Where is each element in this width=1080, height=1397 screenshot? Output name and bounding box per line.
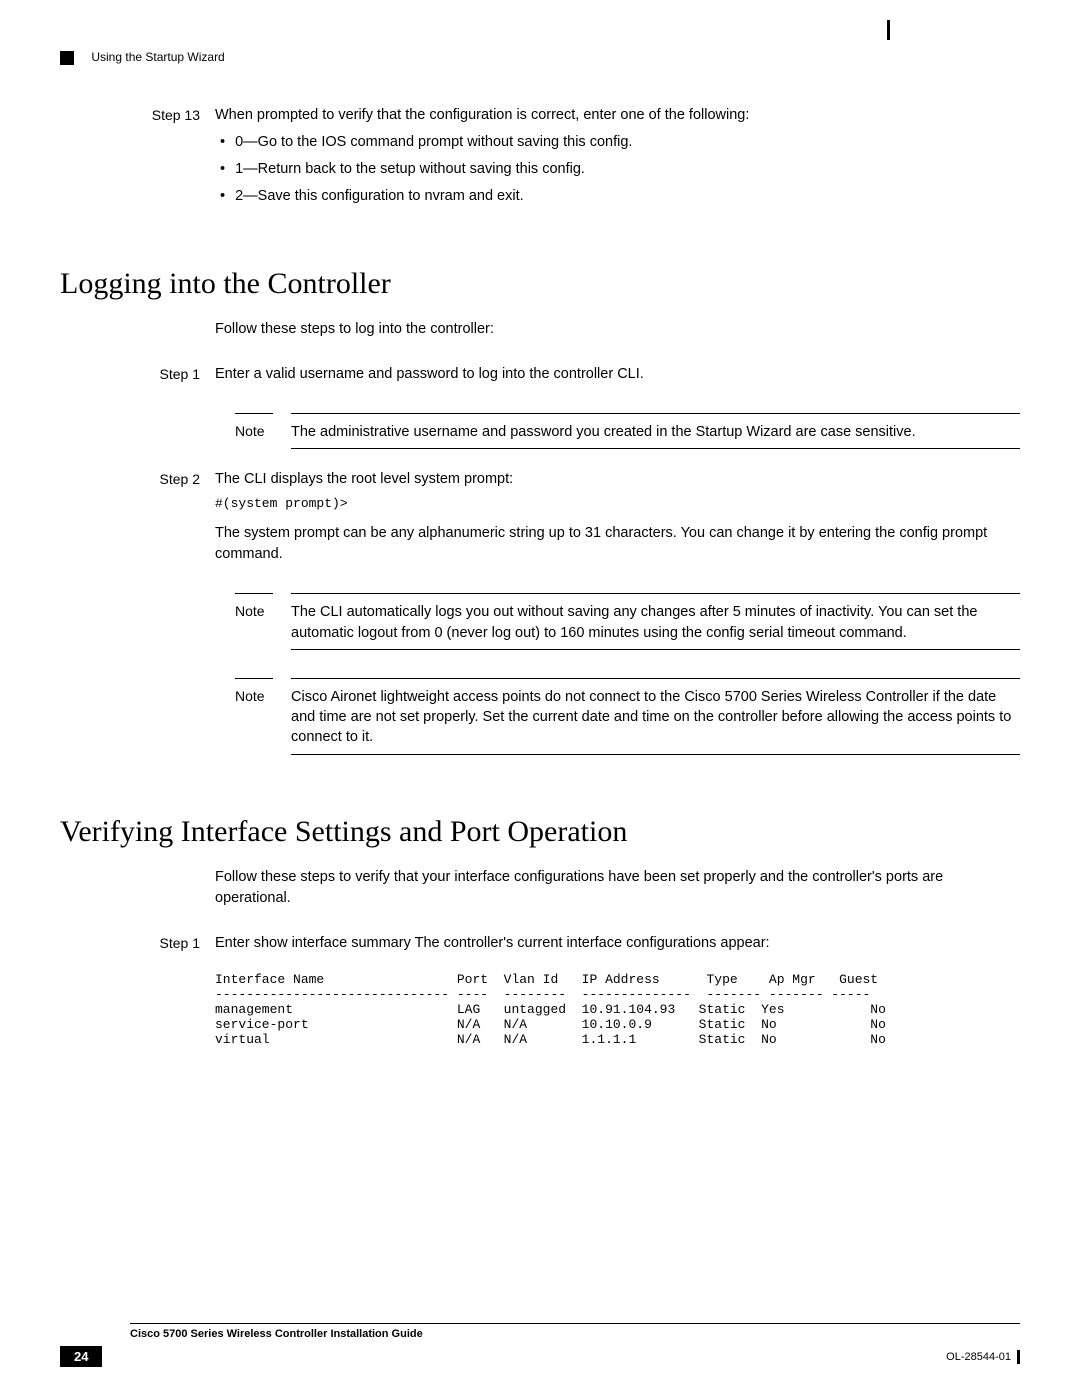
step-body-13: When prompted to verify that the configu… xyxy=(215,105,1020,126)
step-label-1: Step 1 xyxy=(60,933,215,954)
page-footer: Cisco 5700 Series Wireless Controller In… xyxy=(60,1323,1020,1367)
note-block: Note The CLI automatically logs you out … xyxy=(235,593,1020,650)
note-label: Note xyxy=(235,602,273,643)
step-body-1: Enter a valid username and password to l… xyxy=(215,364,1020,385)
section-heading-verifying: Verifying Interface Settings and Port Op… xyxy=(60,815,1020,849)
running-title: Using the Startup Wizard xyxy=(91,50,224,64)
section-intro: Follow these steps to verify that your i… xyxy=(215,867,1020,909)
command-span: config prompt xyxy=(899,525,987,541)
note-text: The CLI automatically logs you out witho… xyxy=(291,602,1020,643)
command-span: show interface summary xyxy=(254,935,411,951)
bullet-list: 0—Go to the IOS command prompt without s… xyxy=(220,132,1020,207)
note-block: Note The administrative username and pas… xyxy=(235,413,1020,449)
text-span: The controller's current interface confi… xyxy=(411,935,770,951)
footer-tick-icon xyxy=(1017,1350,1020,1364)
step-label-1: Step 1 xyxy=(60,364,215,385)
note-text: Cisco Aironet lightweight access points … xyxy=(291,687,1020,748)
command-span: config serial timeout xyxy=(706,625,835,641)
page-number: 24 xyxy=(60,1346,102,1367)
bullet-item: 0—Go to the IOS command prompt without s… xyxy=(220,132,1020,153)
step-body-1: Enter show interface summary The control… xyxy=(215,933,1020,954)
footer-doc-title: Cisco 5700 Series Wireless Controller In… xyxy=(130,1328,1020,1340)
bullet-item: 1—Return back to the setup without savin… xyxy=(220,159,1020,180)
interface-table: Interface Name Port Vlan Id IP Address T… xyxy=(215,972,1020,1047)
bullet-item: 2—Save this configuration to nvram and e… xyxy=(220,186,1020,207)
text-span: Enter xyxy=(215,935,254,951)
footer-doc-id: OL-28544-01 xyxy=(946,1351,1011,1363)
text-span: command. xyxy=(215,546,283,562)
running-header: Using the Startup Wizard xyxy=(60,50,1020,65)
text-span: command. xyxy=(835,625,907,641)
step-label-13: Step 13 xyxy=(60,105,215,126)
note-label: Note xyxy=(235,687,273,748)
header-square-icon xyxy=(60,51,74,65)
system-prompt: #(system prompt)> xyxy=(215,496,1020,511)
step-body-2: The CLI displays the root level system p… xyxy=(215,469,1020,490)
note-label: Note xyxy=(235,422,273,442)
note-text: The administrative username and password… xyxy=(291,422,1020,442)
section-intro: Follow these steps to log into the contr… xyxy=(215,319,1020,340)
text-span: The system prompt can be any alphanumeri… xyxy=(215,525,899,541)
crop-mark xyxy=(887,20,890,40)
step-label-2: Step 2 xyxy=(60,469,215,490)
step2-paragraph: The system prompt can be any alphanumeri… xyxy=(215,523,1020,565)
section-heading-logging: Logging into the Controller xyxy=(60,267,1020,301)
note-block: Note Cisco Aironet lightweight access po… xyxy=(235,678,1020,755)
